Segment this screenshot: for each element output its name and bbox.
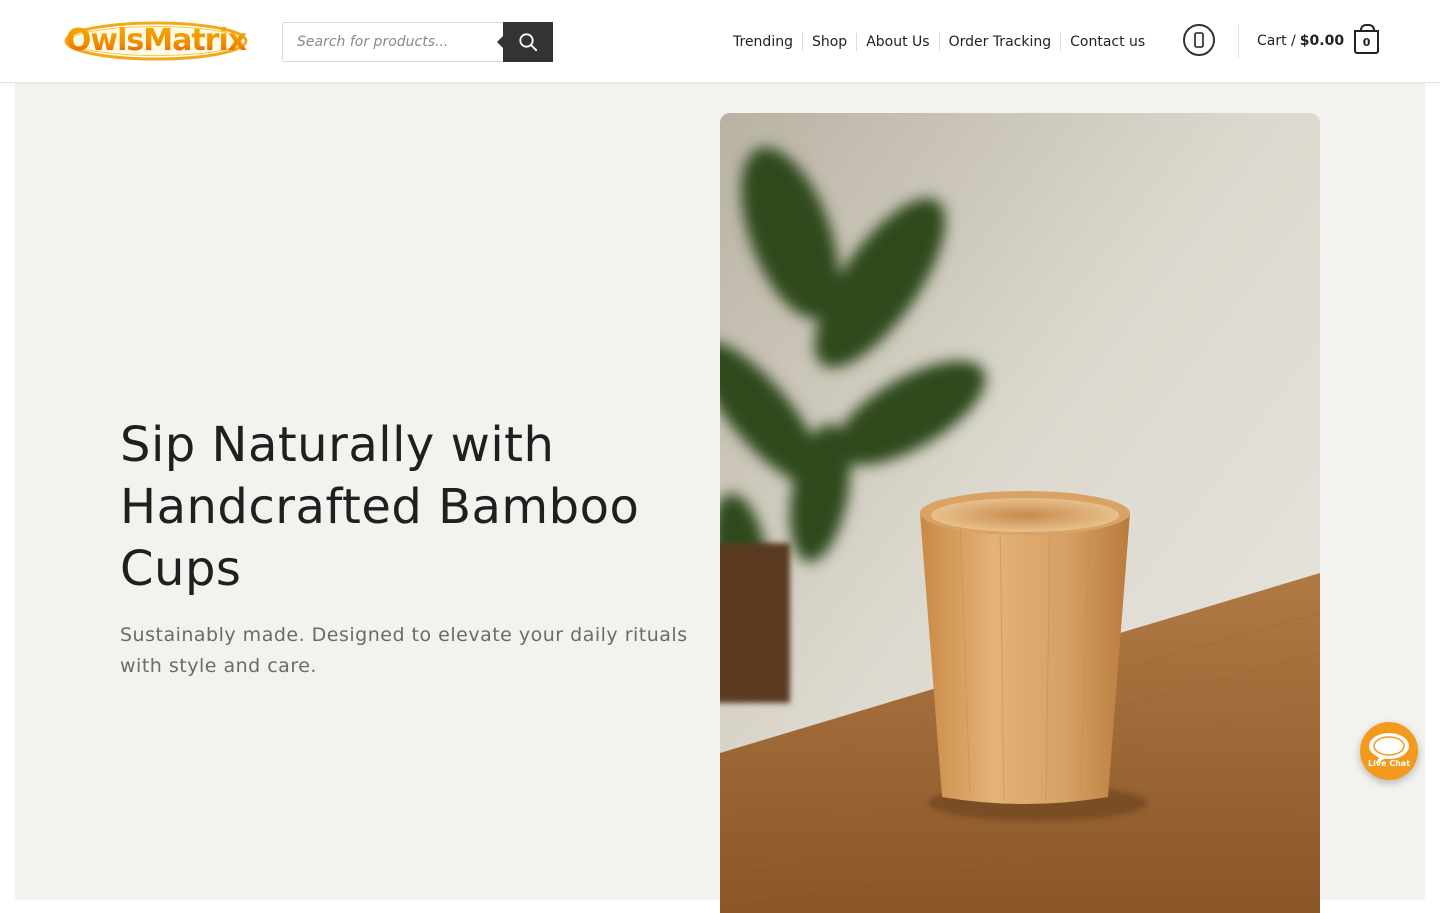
- cart-label: Cart /: [1257, 33, 1296, 49]
- live-chat-button[interactable]: Live Chat: [1360, 722, 1418, 780]
- account-button[interactable]: [1183, 24, 1215, 56]
- hero-subtitle: Sustainably made. Designed to elevate yo…: [120, 624, 688, 677]
- product-search: [282, 22, 553, 62]
- header-divider: [1238, 24, 1239, 58]
- hero-section: Sip Naturally with Handcrafted Bamboo Cu…: [15, 83, 1425, 913]
- live-chat-label: Live Chat: [1367, 759, 1411, 768]
- shopping-bag-icon: 0: [1354, 24, 1380, 54]
- cart-link[interactable]: Cart / $0.00 0: [1257, 24, 1380, 58]
- nav-item-order-tracking[interactable]: Order Tracking: [938, 33, 1061, 51]
- logo-text: OwlsMatrix: [64, 20, 248, 62]
- chat-bubble-icon: [1369, 733, 1409, 764]
- nav-item-shop[interactable]: Shop: [801, 33, 856, 51]
- search-button[interactable]: [497, 22, 553, 62]
- cart-amount: $0.00: [1299, 33, 1345, 49]
- bamboo-cup-illustration: [720, 113, 1320, 913]
- brand-logo[interactable]: OwlsMatrix: [64, 20, 248, 62]
- main-nav: Trending Shop About Us Order Tracking Co…: [724, 31, 1154, 53]
- nav-item-contact-us[interactable]: Contact us: [1060, 33, 1154, 51]
- site-header: OwlsMatrix Trending Shop About Us Order …: [0, 0, 1440, 83]
- cart-count: 0: [1362, 35, 1371, 49]
- nav-item-trending[interactable]: Trending: [724, 33, 802, 51]
- search-input[interactable]: [282, 22, 503, 62]
- hero-product-image: [720, 113, 1320, 913]
- hero-title: Sip Naturally with Handcrafted Bamboo Cu…: [120, 417, 640, 597]
- user-icon: [1194, 32, 1204, 48]
- search-icon: [519, 33, 538, 52]
- nav-item-about-us[interactable]: About Us: [856, 33, 938, 51]
